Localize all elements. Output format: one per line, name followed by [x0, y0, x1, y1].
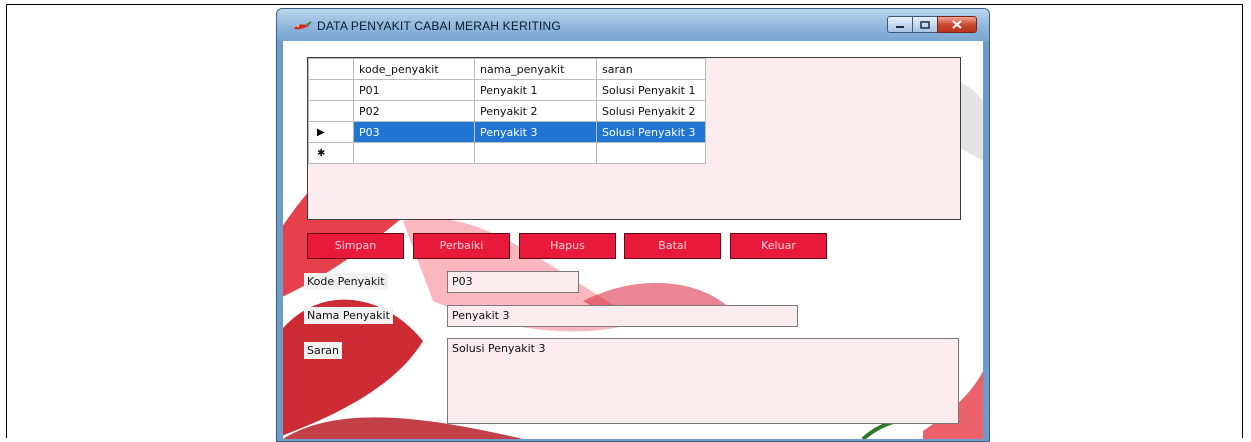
nama-penyakit-input[interactable]: Penyakit 3: [447, 305, 798, 327]
kode-penyakit-label: Kode Penyakit: [304, 273, 388, 290]
perbaiki-button[interactable]: Perbaiki: [413, 233, 510, 259]
maximize-button[interactable]: [912, 16, 938, 33]
cell-kode[interactable]: [353, 142, 475, 164]
cell-kode[interactable]: P03: [353, 121, 475, 143]
hapus-button[interactable]: Hapus: [519, 233, 616, 259]
new-row-asterisk-icon[interactable]: ✱: [308, 142, 354, 164]
column-header[interactable]: nama_penyakit: [474, 58, 597, 80]
cell-nama[interactable]: Penyakit 1: [474, 79, 597, 101]
saran-label: Saran: [304, 342, 342, 359]
cell-kode[interactable]: P02: [353, 100, 475, 122]
window-title: DATA PENYAKIT CABAI MERAH KERITING: [317, 19, 561, 33]
app-window: DATA PENYAKIT CABAI MERAH KERITING kode_…: [276, 8, 990, 442]
saran-textarea[interactable]: Solusi Penyakit 3: [447, 338, 959, 424]
nama-penyakit-label: Nama Penyakit: [304, 307, 393, 324]
simpan-button[interactable]: Simpan: [307, 233, 404, 259]
minimize-icon: [896, 25, 904, 28]
data-grid-panel[interactable]: kode_penyakit nama_penyakit saran P01 Pe…: [307, 57, 961, 220]
cell-saran[interactable]: Solusi Penyakit 2: [596, 100, 706, 122]
cell-saran[interactable]: Solusi Penyakit 1: [596, 79, 706, 101]
keluar-button[interactable]: Keluar: [730, 233, 827, 259]
cell-kode[interactable]: P01: [353, 79, 475, 101]
maximize-icon: [920, 20, 930, 29]
table-row[interactable]: P02 Penyakit 2 Solusi Penyakit 2: [308, 100, 706, 122]
chili-icon: [294, 21, 312, 30]
data-grid[interactable]: kode_penyakit nama_penyakit saran P01 Pe…: [308, 58, 706, 164]
current-row-arrow-icon[interactable]: ▶: [308, 121, 354, 143]
close-button[interactable]: [937, 16, 977, 33]
grid-header-row: kode_penyakit nama_penyakit saran: [308, 58, 706, 80]
window-controls: [887, 16, 977, 34]
new-row[interactable]: ✱: [308, 142, 706, 164]
row-header-corner: [308, 58, 354, 80]
cell-nama[interactable]: [474, 142, 597, 164]
column-header[interactable]: kode_penyakit: [353, 58, 475, 80]
row-header[interactable]: [308, 79, 354, 101]
cell-nama[interactable]: Penyakit 2: [474, 100, 597, 122]
close-icon: [952, 20, 962, 29]
row-header[interactable]: [308, 100, 354, 122]
table-row-selected[interactable]: ▶ P03 Penyakit 3 Solusi Penyakit 3: [308, 121, 706, 143]
batal-button[interactable]: Batal: [624, 233, 721, 259]
title-bar[interactable]: DATA PENYAKIT CABAI MERAH KERITING: [277, 9, 989, 41]
form-client-area: kode_penyakit nama_penyakit saran P01 Pe…: [283, 41, 983, 439]
column-header[interactable]: saran: [596, 58, 706, 80]
kode-penyakit-input[interactable]: P03: [447, 271, 579, 293]
cell-saran[interactable]: [596, 142, 706, 164]
cell-nama[interactable]: Penyakit 3: [474, 121, 597, 143]
minimize-button[interactable]: [887, 16, 913, 33]
table-row[interactable]: P01 Penyakit 1 Solusi Penyakit 1: [308, 79, 706, 101]
cell-saran[interactable]: Solusi Penyakit 3: [596, 121, 706, 143]
